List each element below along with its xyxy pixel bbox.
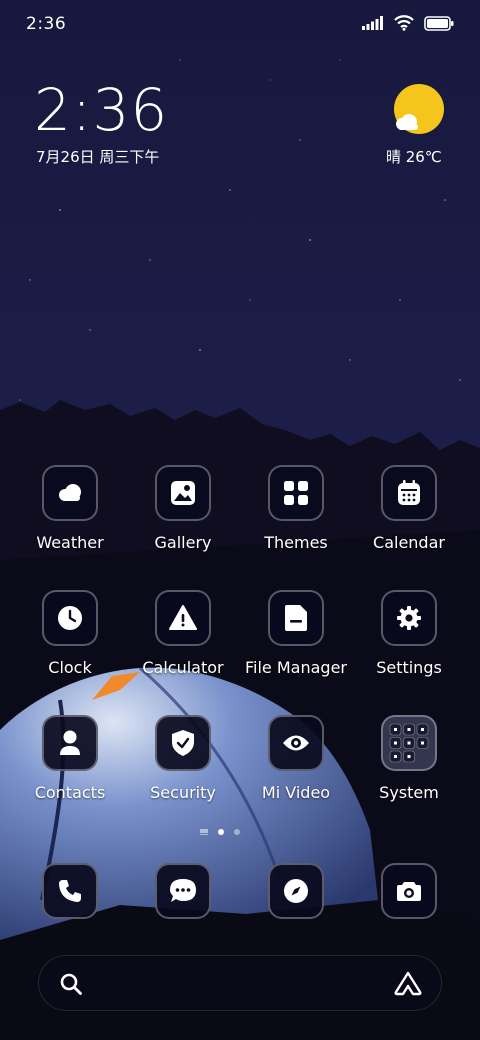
file-manager-icon[interactable] <box>268 590 324 646</box>
app-gallery[interactable]: Gallery <box>128 465 238 552</box>
app-contacts[interactable]: Contacts <box>15 715 125 802</box>
weather-condition-temp: 晴 26℃ <box>386 148 442 166</box>
app-vault-icon[interactable] <box>393 970 423 996</box>
settings-icon[interactable] <box>381 590 437 646</box>
dock-browser[interactable] <box>241 863 351 919</box>
contacts-icon[interactable] <box>42 715 98 771</box>
feed-page-indicator <box>200 829 208 835</box>
app-clock[interactable]: Clock <box>15 590 125 677</box>
camera-icon[interactable] <box>381 863 437 919</box>
battery-icon <box>424 15 454 31</box>
app-system-folder[interactable]: System <box>354 715 464 802</box>
app-label: Calculator <box>142 658 224 677</box>
calendar-icon[interactable] <box>381 465 437 521</box>
dock-camera[interactable] <box>354 863 464 919</box>
clock-widget-date: 7月26日 周三下午 <box>36 148 160 166</box>
app-label: Clock <box>48 658 92 677</box>
mi-video-icon[interactable] <box>268 715 324 771</box>
weather-icon[interactable] <box>42 465 98 521</box>
system-folder-icon[interactable] <box>381 715 437 771</box>
messages-icon[interactable] <box>155 863 211 919</box>
app-label: Weather <box>36 533 104 552</box>
search-bar[interactable] <box>38 955 442 1011</box>
clock-icon[interactable] <box>42 590 98 646</box>
sunny-cloud-icon[interactable] <box>392 84 446 138</box>
app-label: Themes <box>264 533 328 552</box>
app-label: Mi Video <box>261 783 331 802</box>
app-label: Gallery <box>154 533 212 552</box>
security-icon[interactable] <box>155 715 211 771</box>
gallery-icon[interactable] <box>155 465 211 521</box>
app-label: Calendar <box>373 533 445 552</box>
themes-icon[interactable] <box>268 465 324 521</box>
app-label: System <box>379 783 439 802</box>
signal-icon <box>362 16 383 30</box>
wifi-icon <box>394 15 414 31</box>
app-file-manager[interactable]: File Manager <box>241 590 351 677</box>
page-indicator[interactable] <box>200 829 240 835</box>
app-label: Settings <box>376 658 442 677</box>
phone-icon[interactable] <box>42 863 98 919</box>
app-mi-video[interactable]: Mi Video <box>241 715 351 802</box>
app-calculator[interactable]: Calculator <box>128 590 238 677</box>
browser-icon[interactable] <box>268 863 324 919</box>
status-icons <box>362 15 454 31</box>
page-dot <box>234 829 240 835</box>
app-weather[interactable]: Weather <box>15 465 125 552</box>
app-label: File Manager <box>245 658 347 677</box>
dock-messages[interactable] <box>128 863 238 919</box>
app-security[interactable]: Security <box>128 715 238 802</box>
app-settings[interactable]: Settings <box>354 590 464 677</box>
page-dot-active <box>218 829 224 835</box>
dock-phone[interactable] <box>15 863 125 919</box>
search-icon[interactable] <box>59 972 83 996</box>
status-time: 2:36 <box>26 14 67 34</box>
app-label: Security <box>150 783 216 802</box>
app-themes[interactable]: Themes <box>241 465 351 552</box>
clock-widget-time[interactable]: 2:36 <box>34 78 168 142</box>
app-label: Contacts <box>34 783 106 802</box>
app-calendar[interactable]: Calendar <box>354 465 464 552</box>
calculator-icon[interactable] <box>155 590 211 646</box>
